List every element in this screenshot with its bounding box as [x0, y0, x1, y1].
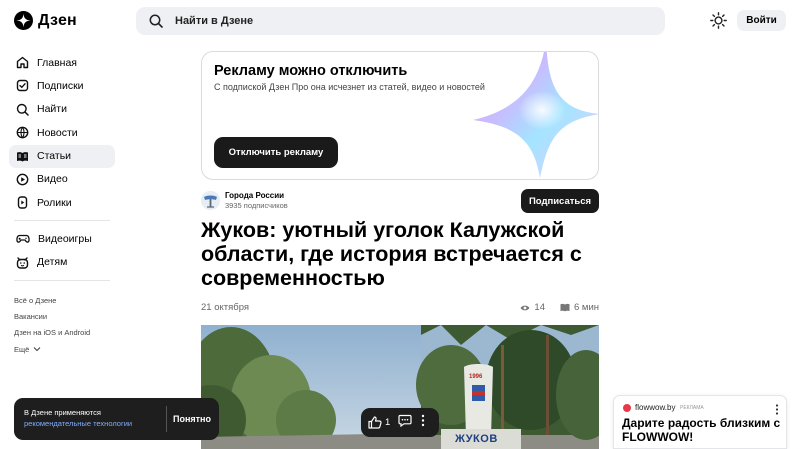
dzen-logo-icon: [14, 11, 33, 30]
sidebar-item-articles[interactable]: Статьи: [9, 144, 115, 168]
sidebar-item-search[interactable]: Найти: [9, 98, 115, 121]
logo-text: Дзен: [38, 11, 77, 29]
shorts-icon: [17, 196, 28, 210]
search-icon: [149, 14, 163, 28]
news-icon: [16, 126, 29, 139]
flowwow-logo-icon: [623, 404, 631, 412]
sparkle-star-graphic: [473, 52, 598, 178]
sun-icon: [710, 12, 727, 29]
theme-toggle-button[interactable]: [710, 12, 727, 29]
chevron-down-icon: [33, 347, 41, 352]
likes-count: 1: [385, 417, 391, 428]
promo-card[interactable]: flowwow.by Реклама Дарите радость близки…: [613, 395, 787, 449]
sidebar-item-label: Видеоигры: [38, 232, 92, 245]
article-title: Жуков: уютный уголок Калужской области, …: [201, 218, 582, 290]
article-meta: 14 6 мин: [520, 302, 599, 313]
notice-message: В Дзене применяются: [24, 408, 101, 417]
disable-ads-button[interactable]: Отключить рекламу: [214, 137, 338, 168]
sidebar: Главная Подписки Найти Новости Статьи Ви…: [9, 51, 115, 287]
more-options-button[interactable]: [421, 414, 425, 432]
more-vertical-icon: [421, 414, 425, 426]
kids-icon: [16, 257, 29, 269]
eye-icon: [520, 305, 530, 310]
sidebar-divider: [14, 279, 110, 281]
sidebar-item-label: Ролики: [37, 196, 72, 209]
login-button[interactable]: Войти: [737, 10, 786, 31]
search-icon: [16, 103, 29, 116]
promo-ad-label: Реклама: [680, 405, 704, 411]
footer-link-jobs[interactable]: Вакансии: [14, 308, 90, 324]
channel-avatar[interactable]: [201, 191, 220, 210]
dzen-logo[interactable]: Дзен: [14, 11, 77, 30]
disable-ads-banner: Рекламу можно отключить С подпиской Дзен…: [201, 51, 599, 180]
book-icon: [560, 303, 570, 312]
comments-button[interactable]: [398, 414, 412, 432]
like-button[interactable]: 1: [361, 416, 393, 429]
reactions-bar: 1: [361, 408, 439, 437]
search-bar[interactable]: Найти в Дзене: [136, 7, 665, 35]
sidebar-item-label: Детям: [37, 256, 68, 269]
photo-sign-year: 1996: [469, 374, 483, 380]
video-icon: [16, 173, 29, 186]
ad-banner-title: Рекламу можно отключить: [214, 63, 408, 79]
channel-avatar-image: [201, 191, 220, 210]
sidebar-item-shorts[interactable]: Ролики: [9, 191, 115, 214]
footer-link-about[interactable]: Всё о Дзене: [14, 292, 90, 308]
footer-link-apps[interactable]: Дзен на iOS и Android: [14, 325, 90, 341]
notice-link[interactable]: рекомендательные технологии: [24, 419, 132, 428]
sidebar-item-video[interactable]: Видео: [9, 168, 115, 191]
search-placeholder: Найти в Дзене: [175, 15, 254, 27]
sidebar-footer: Всё о Дзене Вакансии Дзен на iOS и Andro…: [14, 292, 90, 357]
promo-site: flowwow.by: [635, 403, 676, 412]
thumbs-up-icon: [368, 416, 382, 429]
subscribe-button[interactable]: Подписаться: [521, 189, 599, 213]
channel-subscribers: 3935 подписчиков: [225, 201, 288, 210]
sidebar-item-label: Видео: [37, 173, 68, 186]
sidebar-item-label: Новости: [37, 126, 78, 139]
notice-text: В Дзене применяются рекомендательные тех…: [24, 408, 132, 429]
photo-sign-text: ЖУКОВ: [455, 433, 498, 445]
views-count: 14: [534, 302, 545, 313]
ad-banner-subtitle: С подпиской Дзен Про она исчезнет из ста…: [214, 82, 485, 92]
sidebar-item-label: Статьи: [37, 150, 72, 163]
channel-name[interactable]: Города России: [225, 191, 284, 200]
footer-more-label: Ещё: [14, 344, 30, 354]
sidebar-item-subscriptions[interactable]: Подписки: [9, 74, 115, 97]
sidebar-item-label: Главная: [37, 56, 77, 69]
home-icon: [16, 56, 29, 69]
read-time: 6 мин: [573, 302, 599, 313]
subscriptions-icon: [16, 80, 29, 92]
sidebar-divider: [14, 220, 110, 222]
footer-more-button[interactable]: Ещё: [14, 341, 90, 357]
promo-title: Дарите радость близким с FLOWWOW!: [622, 416, 781, 444]
comment-icon: [398, 414, 412, 427]
page: Дзен Найти в Дзене Войти Главная Подписк…: [0, 0, 800, 449]
sidebar-item-home[interactable]: Главная: [9, 51, 115, 74]
notice-divider: [166, 406, 167, 432]
sidebar-item-kids[interactable]: Детям: [9, 251, 115, 274]
sidebar-item-label: Подписки: [37, 79, 84, 92]
article-date: 21 октября: [201, 302, 250, 313]
sidebar-item-label: Найти: [37, 103, 67, 116]
recommendation-notice: В Дзене применяются рекомендательные тех…: [14, 398, 219, 440]
sidebar-item-videogames[interactable]: Видеоигры: [9, 227, 115, 250]
gamepad-icon: [16, 235, 30, 244]
sidebar-item-news[interactable]: Новости: [9, 121, 115, 144]
more-vertical-icon: [775, 404, 779, 415]
articles-icon: [17, 151, 28, 162]
notice-ok-button[interactable]: Понятно: [172, 398, 212, 440]
